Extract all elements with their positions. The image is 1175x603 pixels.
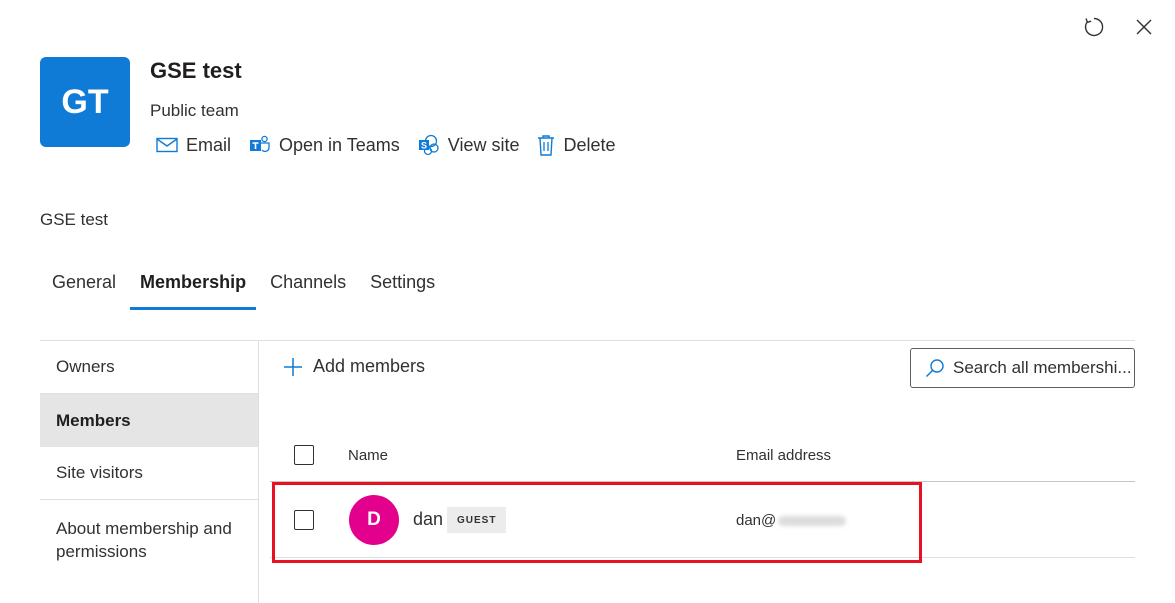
svg-text:S: S bbox=[421, 141, 427, 151]
tab-channels[interactable]: Channels bbox=[258, 272, 358, 310]
open-in-teams-label: Open in Teams bbox=[279, 134, 400, 155]
tab-membership[interactable]: Membership bbox=[128, 272, 258, 310]
search-box[interactable] bbox=[910, 348, 1135, 388]
delete-label: Delete bbox=[563, 134, 616, 155]
select-all-checkbox[interactable] bbox=[294, 445, 314, 465]
sidebar-item-members[interactable]: Members bbox=[40, 394, 258, 447]
search-input[interactable] bbox=[953, 358, 1133, 378]
close-button[interactable] bbox=[1131, 14, 1157, 40]
window-controls bbox=[1081, 14, 1157, 40]
table-header: Name Email address bbox=[270, 430, 1135, 482]
redacted-domain bbox=[778, 516, 847, 527]
delete-action[interactable]: Delete bbox=[537, 134, 616, 156]
close-icon bbox=[1136, 19, 1152, 35]
column-header-email[interactable]: Email address bbox=[736, 447, 831, 464]
mail-icon bbox=[156, 137, 178, 153]
member-name[interactable]: dan bbox=[413, 509, 443, 530]
view-site-label: View site bbox=[447, 134, 520, 155]
add-members-button[interactable]: Add members bbox=[283, 356, 425, 377]
sidebar-item-owners[interactable]: Owners bbox=[40, 341, 258, 394]
team-avatar: GT bbox=[40, 57, 130, 147]
add-members-label: Add members bbox=[313, 356, 426, 376]
email-action-label: Email bbox=[186, 134, 232, 155]
tab-settings[interactable]: Settings bbox=[358, 272, 447, 310]
sidebar-item-about-membership[interactable]: About membership and permissions bbox=[40, 500, 258, 598]
row-checkbox[interactable] bbox=[294, 510, 314, 530]
member-email-text: dan@ bbox=[736, 512, 777, 529]
guest-badge: GUEST bbox=[447, 507, 507, 533]
teams-icon bbox=[250, 135, 270, 153]
member-email: dan@ bbox=[736, 512, 847, 529]
sidebar-divider bbox=[258, 341, 259, 603]
tab-general[interactable]: General bbox=[40, 272, 128, 310]
open-in-teams-action[interactable]: Open in Teams bbox=[249, 135, 400, 156]
search-icon bbox=[925, 359, 944, 378]
column-header-name[interactable]: Name bbox=[348, 447, 388, 464]
team-type: Public team bbox=[150, 101, 239, 120]
breadcrumb: GSE test bbox=[40, 210, 109, 229]
member-avatar: D bbox=[349, 495, 399, 545]
membership-sidebar: Owners Members Site visitors About membe… bbox=[40, 341, 258, 598]
trash-icon bbox=[538, 135, 555, 156]
sharepoint-icon: S bbox=[418, 134, 439, 156]
plus-icon bbox=[284, 357, 302, 376]
refresh-icon bbox=[1084, 17, 1104, 37]
email-action[interactable]: Email bbox=[156, 135, 231, 156]
tab-bar: General Membership Channels Settings bbox=[40, 272, 447, 310]
action-bar: Email Open in Teams S View site Delete bbox=[156, 134, 616, 156]
refresh-button[interactable] bbox=[1081, 14, 1107, 40]
team-title: GSE test bbox=[150, 58, 242, 83]
view-site-action[interactable]: S View site bbox=[418, 134, 520, 156]
sidebar-item-site-visitors[interactable]: Site visitors bbox=[40, 447, 258, 500]
table-row[interactable]: D dan GUEST dan@ bbox=[270, 482, 1135, 558]
